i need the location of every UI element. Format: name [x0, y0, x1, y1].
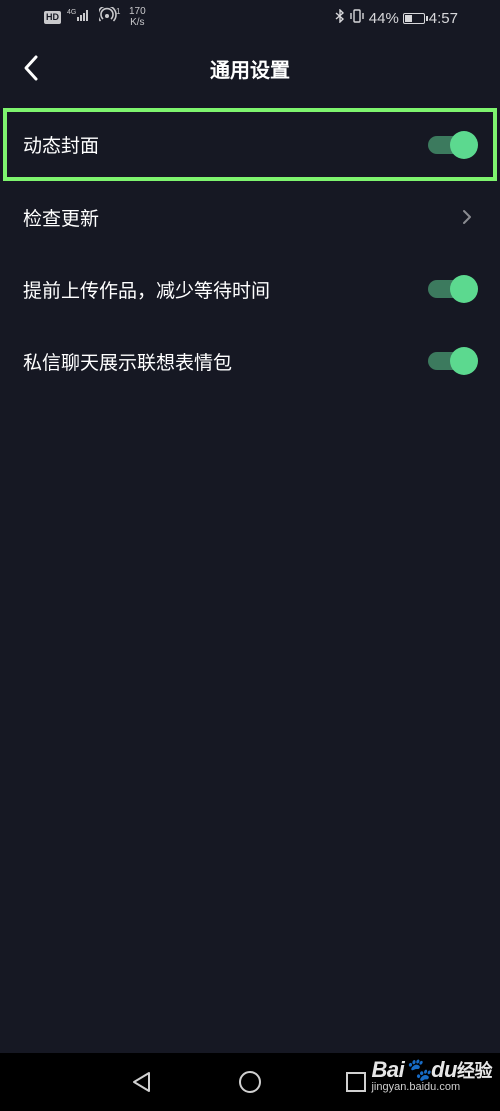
network-speed-value: 170: [129, 6, 146, 17]
status-right: 44% 4:57: [335, 8, 458, 27]
settings-list: 动态封面 检查更新 提前上传作品，减少等待时间 私信聊天展示联想表情包: [0, 108, 500, 397]
emoji-suggest-toggle[interactable]: [428, 347, 478, 375]
network-speed-unit: K/s: [130, 17, 145, 28]
pre-upload-toggle[interactable]: [428, 275, 478, 303]
setting-label: 检查更新: [23, 207, 100, 230]
circle-home-icon: [239, 1071, 261, 1093]
toggle-knob: [450, 347, 478, 375]
chevron-right-icon: [463, 210, 471, 224]
setting-row-pre-upload: 提前上传作品，减少等待时间: [0, 253, 500, 325]
toggle-knob: [450, 275, 478, 303]
status-left: HD 4G 1 170 K/s: [44, 4, 146, 28]
baidu-jingyan-watermark: Bai🐾du经验 jingyan.baidu.com: [371, 1057, 492, 1093]
network-speed: 170 K/s: [129, 6, 146, 28]
battery-percent: 44%: [368, 9, 399, 27]
setting-row-dynamic-cover: 动态封面: [3, 108, 497, 181]
hotspot-icon: 1: [97, 4, 123, 28]
page-title: 通用设置: [210, 58, 290, 82]
bluetooth-icon: [335, 8, 345, 27]
watermark-brand-bai: Bai: [371, 1057, 405, 1082]
vibrate-icon: [349, 9, 365, 27]
setting-row-check-update[interactable]: 检查更新: [0, 181, 500, 253]
battery-fill: [404, 14, 413, 22]
status-bar: HD 4G 1 170 K/s 44% 4:57: [0, 0, 500, 36]
nav-bar: 通用设置: [0, 36, 500, 100]
battery-icon: [402, 12, 428, 24]
watermark-suffix: 经验: [457, 1061, 493, 1081]
system-back-button[interactable]: [128, 1068, 156, 1096]
triangle-back-icon: [133, 1072, 150, 1092]
watermark-brand-du: du: [431, 1057, 457, 1082]
system-recent-button[interactable]: [342, 1068, 370, 1096]
setting-label: 私信聊天展示联想表情包: [23, 351, 233, 374]
system-home-button[interactable]: [236, 1068, 264, 1096]
setting-label: 动态封面: [23, 135, 100, 157]
network-type-label: 4G: [67, 9, 76, 16]
system-nav-bar: Bai🐾du经验 jingyan.baidu.com: [0, 1053, 500, 1111]
square-recent-icon: [346, 1072, 366, 1092]
hd-badge: HD: [44, 10, 61, 24]
toggle-knob: [450, 130, 478, 159]
signal-icon: 4G: [67, 7, 93, 28]
watermark-brand: Bai🐾du经验: [371, 1057, 492, 1083]
setting-row-emoji-suggest: 私信聊天展示联想表情包: [0, 325, 500, 397]
clock: 4:57: [428, 9, 458, 27]
dynamic-cover-toggle[interactable]: [428, 130, 478, 159]
paw-icon: 🐾: [404, 1057, 432, 1082]
hotspot-count: 1: [116, 7, 121, 16]
setting-label: 提前上传作品，减少等待时间: [23, 279, 271, 302]
